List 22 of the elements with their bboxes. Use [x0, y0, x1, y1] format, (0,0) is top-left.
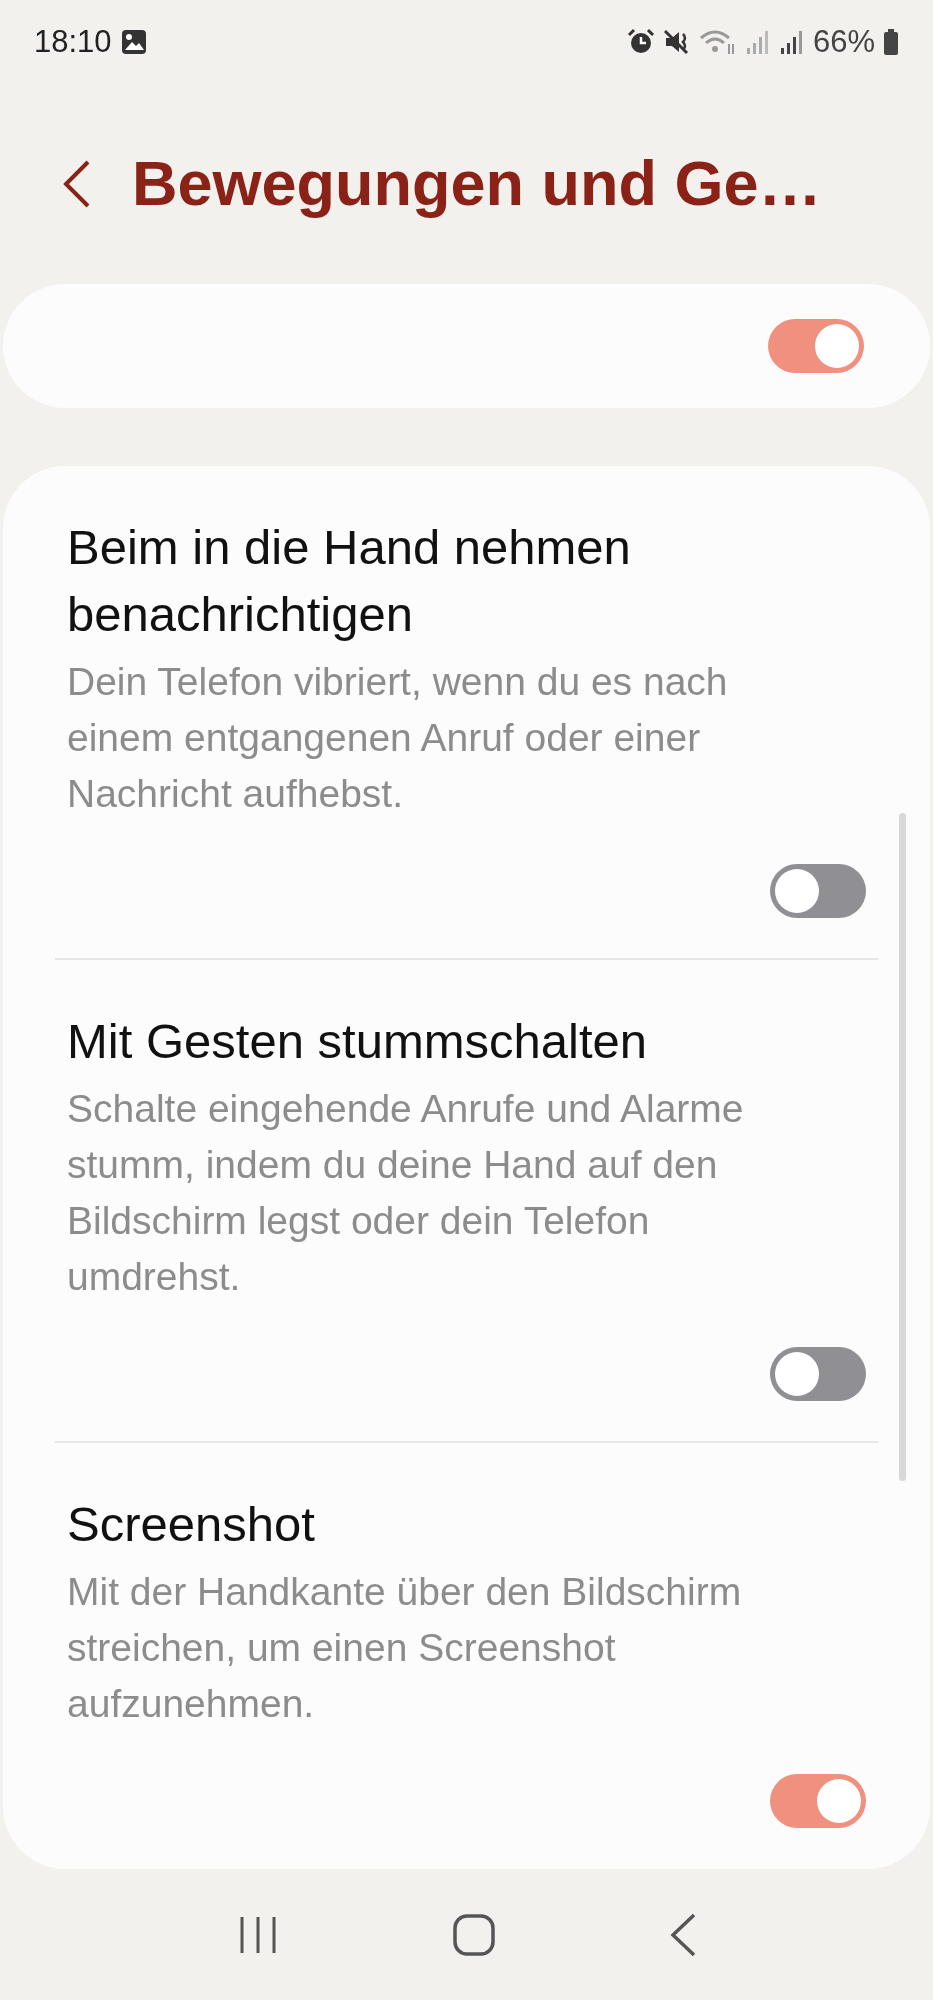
setting-title: Mit Gesten stummschalten: [67, 1013, 649, 1070]
mute-icon: [662, 28, 691, 56]
battery-percentage: 66%: [812, 22, 875, 61]
clock: 18:10: [34, 22, 112, 61]
page-title: Bewegungen und Ge…: [132, 147, 822, 221]
setting-description: Schalte eingehende Anrufe und Alarme stumm, indem du deine Hand auf den Bildschirm legst oder dein Telefon umdrehst.: [67, 1086, 745, 1300]
signal-icon: [744, 28, 771, 56]
signal-icon: [778, 28, 805, 56]
setting-title: Beim in die Hand nehmen benachrichtigen: [67, 519, 632, 643]
back-icon[interactable]: [62, 159, 92, 209]
alarm-icon: [626, 28, 655, 56]
toggle-switch[interactable]: [768, 319, 864, 373]
setting-title: Screenshot: [67, 1496, 316, 1553]
setting-description: Dein Telefon vibriert, wenn du es nach einem entgangenen Anruf oder einer Nachricht aufhebst.: [67, 659, 729, 817]
toggle-switch[interactable]: [770, 1347, 866, 1401]
battery-icon: [883, 28, 899, 56]
home-icon[interactable]: [450, 1911, 497, 1958]
image-icon: [119, 28, 148, 56]
wifi-icon: [698, 28, 737, 56]
setting-description: Mit der Handkante über den Bildschirm streichen, um einen Screenshot aufzunehmen.: [67, 1569, 743, 1727]
toggle-switch[interactable]: [770, 1774, 866, 1828]
toggle-switch[interactable]: [770, 864, 866, 918]
